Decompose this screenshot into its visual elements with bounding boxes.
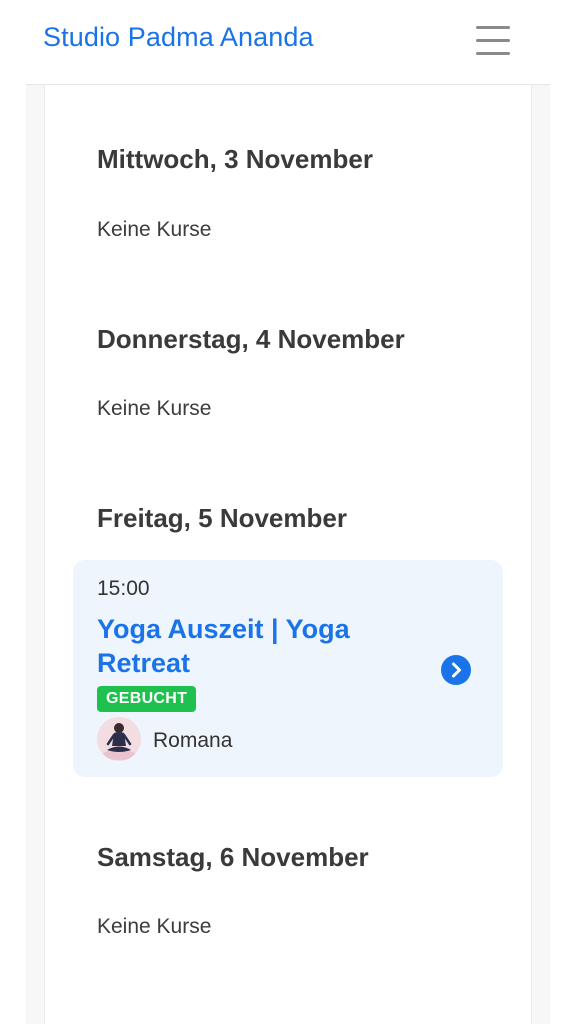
menu-bar	[476, 39, 510, 42]
day-heading-wednesday: Mittwoch, 3 November	[97, 144, 373, 174]
event-time: 15:00	[97, 577, 150, 600]
day-heading-friday: Freitag, 5 November	[97, 503, 347, 533]
day-heading-thursday: Donnerstag, 4 November	[97, 324, 405, 354]
no-courses-text: Keine Kurse	[97, 397, 212, 420]
meditation-figure-icon	[97, 717, 141, 761]
app-header: Studio Padma Ananda	[26, 0, 550, 85]
teacher-name: Romana	[153, 729, 233, 752]
menu-bar	[476, 52, 510, 55]
studio-name-link[interactable]: Studio Padma Ananda	[43, 22, 314, 53]
chevron-right-icon[interactable]	[441, 655, 471, 685]
no-courses-text: Keine Kurse	[97, 915, 212, 938]
event-card[interactable]: 15:00 Yoga Auszeit | Yoga Retreat GEBUCH…	[73, 560, 503, 777]
no-courses-text: Keine Kurse	[97, 218, 212, 241]
hamburger-menu-icon[interactable]	[472, 22, 514, 58]
teacher-avatar	[97, 717, 141, 761]
booked-status-badge: GEBUCHT	[97, 686, 197, 712]
day-heading-saturday: Samstag, 6 November	[97, 842, 369, 872]
event-title-link[interactable]: Yoga Auszeit | Yoga Retreat	[97, 612, 417, 680]
menu-bar	[476, 26, 510, 29]
